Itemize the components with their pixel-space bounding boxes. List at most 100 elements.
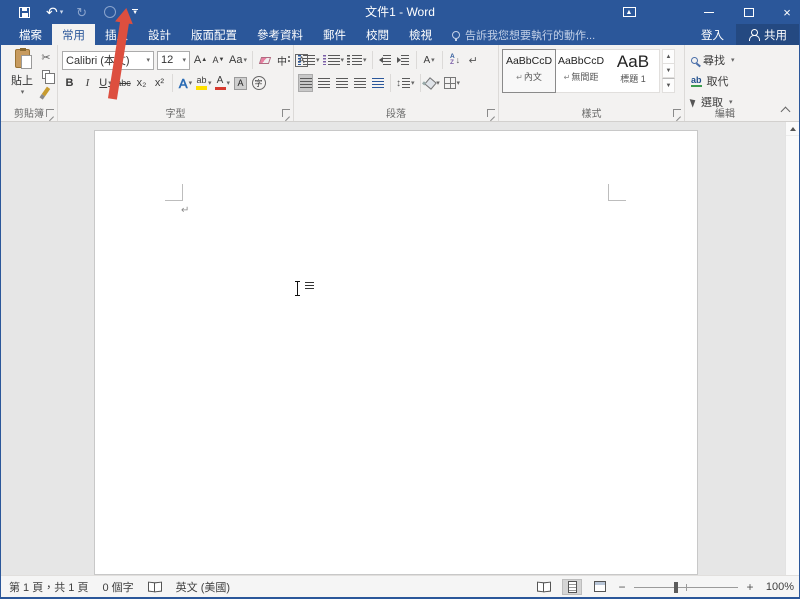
grow-font-button[interactable]: A▲	[193, 51, 208, 69]
document-page[interactable]: ↵	[94, 130, 698, 575]
zoom-slider[interactable]	[634, 581, 738, 593]
justify-icon	[354, 78, 366, 88]
margin-crop-mark-topright	[608, 184, 626, 201]
chevron-down-icon: ▾	[60, 8, 64, 16]
enclose-characters-button[interactable]: 字	[251, 74, 266, 92]
asian-layout-button[interactable]: A▾	[422, 51, 437, 69]
zoom-in-button[interactable]: +	[746, 580, 754, 594]
sign-in-button[interactable]: 登入	[689, 24, 736, 45]
paragraph-mark-icon: ↵	[468, 54, 477, 67]
tab-view[interactable]: 檢視	[399, 24, 442, 45]
collapse-ribbon-button[interactable]	[782, 106, 789, 113]
chevron-down-icon: ▾	[363, 56, 367, 64]
tab-design[interactable]: 設計	[138, 24, 181, 45]
maximize-button[interactable]	[739, 0, 759, 24]
page-indicator[interactable]: 第 1 頁，共 1 頁	[9, 579, 88, 595]
shrink-font-button[interactable]: A▼	[211, 51, 226, 69]
decrease-indent-button[interactable]	[378, 51, 393, 69]
character-shading-button[interactable]: A	[233, 74, 248, 92]
undo-button[interactable]: ↶▾	[46, 1, 63, 23]
styles-dialog-launcher[interactable]	[673, 109, 681, 117]
divider	[416, 51, 417, 69]
zoom-level[interactable]: 100%	[762, 581, 794, 593]
word-count[interactable]: 0 個字	[102, 579, 133, 595]
chevron-down-icon: ▾	[243, 56, 247, 64]
paragraph-dialog-launcher[interactable]	[487, 109, 495, 117]
font-size-combobox[interactable]: 12▾	[157, 51, 190, 70]
styles-more-button[interactable]: ▼	[662, 78, 675, 93]
distributed-icon	[372, 78, 384, 88]
clipboard-small-buttons: ✂	[38, 50, 54, 99]
cut-button[interactable]: ✂	[38, 50, 54, 65]
group-editing: 尋找▾ ab取代 選取▾ 編輯	[685, 45, 787, 121]
chevron-down-icon: ▾	[146, 56, 150, 64]
increase-indent-button[interactable]	[396, 51, 411, 69]
phonetic-guide-button[interactable]: 中	[276, 51, 291, 69]
distributed-button[interactable]	[370, 74, 385, 92]
enclose-characters-icon: 字	[252, 76, 266, 90]
align-right-button[interactable]	[334, 74, 349, 92]
tab-home[interactable]: 常用	[52, 24, 95, 45]
vertical-scrollbar[interactable]	[785, 122, 799, 575]
share-button[interactable]: 共用	[736, 24, 799, 45]
print-layout-button[interactable]	[562, 579, 582, 595]
copy-icon	[42, 70, 50, 79]
tab-mailings[interactable]: 郵件	[313, 24, 356, 45]
tell-me-box[interactable]: 告訴我您想要執行的動作...	[452, 24, 595, 45]
sort-button[interactable]: AZ↓	[448, 51, 463, 69]
replace-button[interactable]: ab取代	[691, 73, 735, 89]
tab-references[interactable]: 參考資料	[247, 24, 313, 45]
multilevel-list-button[interactable]: ▾	[347, 51, 367, 69]
borders-button[interactable]: ▾	[444, 74, 461, 92]
styles-scroll-up-button[interactable]: ▲	[662, 49, 675, 64]
font-color-button[interactable]: A▾	[215, 74, 231, 92]
numbering-button[interactable]: ▾	[323, 51, 345, 69]
repeat-icon	[104, 6, 116, 18]
save-button[interactable]	[19, 1, 30, 23]
style-card-heading1[interactable]: AaB 標題 1	[607, 50, 659, 92]
shading-button[interactable]: ▾	[426, 74, 441, 92]
scroll-up-button[interactable]	[786, 122, 799, 136]
paste-button[interactable]: 貼上 ▾	[6, 49, 38, 107]
ribbon-display-options-button[interactable]: ▲	[619, 0, 639, 24]
zoom-out-button[interactable]: −	[618, 580, 626, 594]
font-dialog-launcher[interactable]	[282, 109, 290, 117]
zoom-slider-thumb[interactable]	[674, 582, 678, 593]
close-button[interactable]: ×	[777, 0, 797, 24]
format-painter-button[interactable]	[38, 84, 54, 99]
show-hide-marks-button[interactable]: ↵	[466, 51, 481, 69]
tab-review[interactable]: 校閱	[356, 24, 399, 45]
clear-formatting-button[interactable]	[258, 51, 273, 69]
style-card-no-spacing[interactable]: AaBbCcD ↵無間距	[555, 50, 607, 92]
web-layout-button[interactable]	[590, 579, 610, 595]
text-effects-button[interactable]: A▾	[178, 74, 193, 92]
tab-file[interactable]: 檔案	[9, 24, 52, 45]
minimize-button[interactable]	[699, 0, 719, 24]
read-mode-button[interactable]	[534, 579, 554, 595]
change-case-button[interactable]: Aa▾	[229, 51, 247, 69]
tab-layout[interactable]: 版面配置	[181, 24, 247, 45]
align-center-button[interactable]	[316, 74, 331, 92]
style-card-normal[interactable]: AaBbCcD ↵內文	[503, 50, 555, 92]
align-left-button[interactable]	[298, 74, 313, 92]
language-indicator[interactable]: 英文 (美國)	[176, 579, 230, 595]
line-spacing-button[interactable]: ↕▾	[396, 74, 415, 92]
redo-button[interactable]: ↻	[76, 1, 87, 23]
proofing-icon[interactable]	[148, 582, 162, 591]
bold-button[interactable]: B	[62, 74, 77, 92]
clipboard-dialog-launcher[interactable]	[46, 109, 54, 117]
bullets-button[interactable]: ▾	[298, 51, 320, 69]
window-title: 文件1 - Word	[365, 0, 435, 24]
justify-button[interactable]	[352, 74, 367, 92]
find-button[interactable]: 尋找▾	[691, 52, 735, 68]
italic-button[interactable]: I	[80, 74, 95, 92]
subscript-button[interactable]: x₂	[134, 74, 149, 92]
styles-gallery-scroll: ▲ ▼ ▼	[662, 49, 675, 93]
styles-scroll-down-button[interactable]: ▼	[662, 64, 675, 78]
copy-button[interactable]	[38, 67, 54, 82]
status-bar: 第 1 頁，共 1 頁 0 個字 英文 (美國) − + 100%	[1, 575, 799, 597]
close-icon: ×	[783, 6, 791, 19]
text-highlight-button[interactable]: ab▾	[196, 74, 212, 92]
brush-icon	[42, 87, 50, 97]
superscript-button[interactable]: x²	[152, 74, 167, 92]
